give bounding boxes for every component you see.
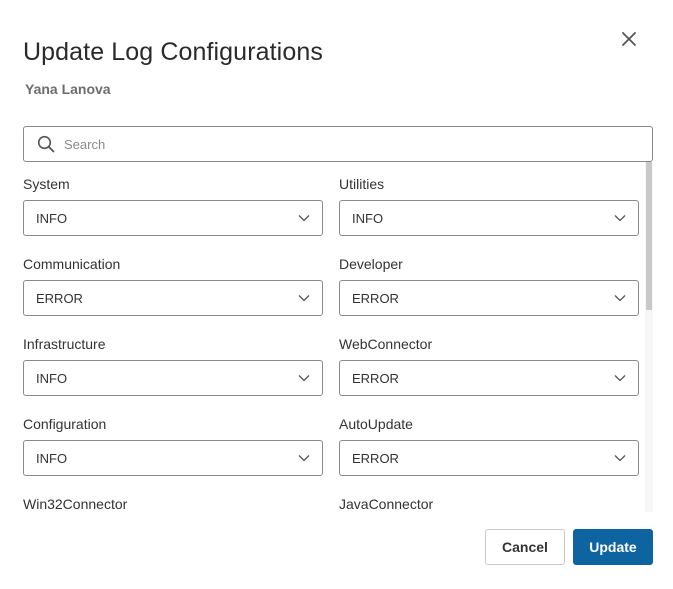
field-label: AutoUpdate: [339, 416, 413, 432]
log-level-select[interactable]: ERROR: [23, 280, 323, 316]
chevron-down-icon: [298, 374, 310, 382]
field-label: Win32Connector: [23, 496, 128, 512]
field-label: WebConnector: [339, 336, 433, 352]
field-javaconnector: JavaConnector: [339, 496, 639, 512]
field-system: System INFO: [23, 176, 323, 256]
field-infrastructure: Infrastructure INFO: [23, 336, 323, 416]
log-level-select[interactable]: ERROR: [339, 360, 639, 396]
chevron-down-icon: [298, 454, 310, 462]
dialog-title: Update Log Configurations: [23, 38, 323, 66]
field-win32connector: Win32Connector: [23, 496, 323, 512]
field-label: JavaConnector: [339, 496, 434, 512]
field-autoupdate: AutoUpdate ERROR: [339, 416, 639, 496]
select-value: ERROR: [36, 290, 83, 306]
close-button[interactable]: [614, 24, 644, 54]
log-level-select[interactable]: ERROR: [339, 440, 639, 476]
select-value: ERROR: [352, 450, 399, 466]
chevron-down-icon: [614, 214, 626, 222]
update-button[interactable]: Update: [573, 529, 653, 565]
chevron-down-icon: [298, 214, 310, 222]
list-scrollbar[interactable]: [645, 162, 653, 512]
chevron-down-icon: [614, 454, 626, 462]
dialog-subtitle: Yana Lanova: [25, 81, 111, 97]
search-input[interactable]: [64, 136, 652, 152]
scrollbar-thumb[interactable]: [646, 162, 652, 310]
select-value: INFO: [36, 450, 68, 466]
field-webconnector: WebConnector ERROR: [339, 336, 639, 416]
search-icon: [37, 135, 55, 153]
select-value: INFO: [36, 210, 68, 226]
log-level-select[interactable]: ERROR: [339, 280, 639, 316]
field-utilities: Utilities INFO: [339, 176, 639, 256]
log-level-select[interactable]: INFO: [339, 200, 639, 236]
field-label: Configuration: [23, 416, 107, 432]
field-label: Utilities: [339, 176, 385, 192]
log-config-list[interactable]: System INFO Utilities INFO Communication…: [23, 162, 653, 512]
field-communication: Communication ERROR: [23, 256, 323, 336]
log-level-select[interactable]: INFO: [23, 200, 323, 236]
field-label: Infrastructure: [23, 336, 106, 352]
select-value: ERROR: [352, 370, 399, 386]
chevron-down-icon: [298, 294, 310, 302]
cancel-button[interactable]: Cancel: [485, 529, 565, 565]
search-box[interactable]: [23, 126, 653, 162]
log-level-select[interactable]: INFO: [23, 440, 323, 476]
select-value: INFO: [36, 370, 68, 386]
select-value: INFO: [352, 210, 384, 226]
field-configuration: Configuration INFO: [23, 416, 323, 496]
field-label: Communication: [23, 256, 121, 272]
log-level-select[interactable]: INFO: [23, 360, 323, 396]
chevron-down-icon: [614, 374, 626, 382]
update-log-config-dialog: Update Log Configurations Yana Lanova Sy…: [0, 0, 673, 589]
select-value: ERROR: [352, 290, 399, 306]
close-icon: [622, 32, 636, 46]
chevron-down-icon: [614, 294, 626, 302]
field-developer: Developer ERROR: [339, 256, 639, 336]
field-label: System: [23, 176, 70, 192]
field-label: Developer: [339, 256, 403, 272]
